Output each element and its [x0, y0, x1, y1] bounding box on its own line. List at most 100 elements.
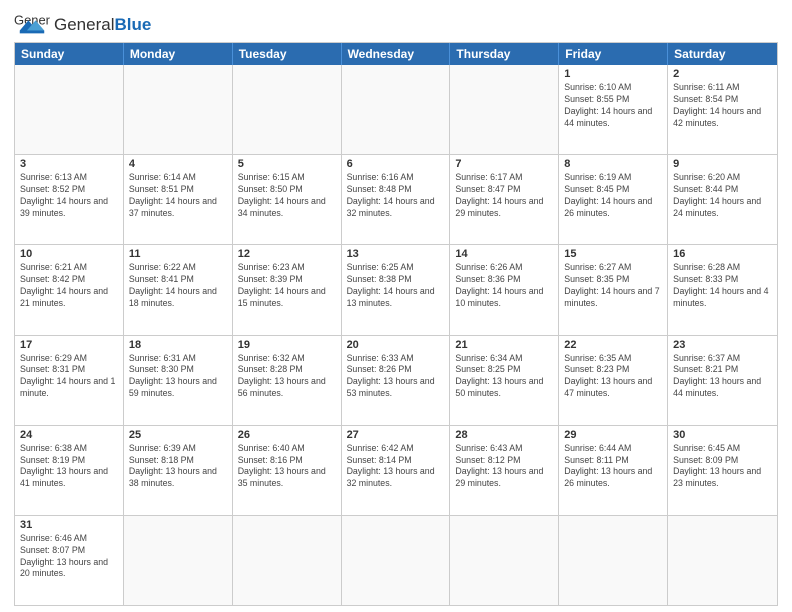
weekday-header-tuesday: Tuesday	[233, 43, 342, 65]
day-info: Sunrise: 6:19 AM Sunset: 8:45 PM Dayligh…	[564, 172, 662, 220]
logo-icon: General	[14, 10, 50, 38]
day-info: Sunrise: 6:21 AM Sunset: 8:42 PM Dayligh…	[20, 262, 118, 310]
day-number: 20	[347, 339, 445, 351]
day-info: Sunrise: 6:29 AM Sunset: 8:31 PM Dayligh…	[20, 353, 118, 401]
day-info: Sunrise: 6:43 AM Sunset: 8:12 PM Dayligh…	[455, 443, 553, 491]
day-number: 26	[238, 429, 336, 441]
calendar-cell: 25 Sunrise: 6:39 AM Sunset: 8:18 PM Dayli…	[124, 426, 233, 515]
calendar-cell: 17Sunrise: 6:29 AM Sunset: 8:31 PM Dayli…	[15, 336, 124, 425]
day-number: 25	[129, 429, 227, 441]
day-info: Sunrise: 6:42 AM Sunset: 8:14 PM Dayligh…	[347, 443, 445, 491]
day-info: Sunrise: 6:37 AM Sunset: 8:21 PM Dayligh…	[673, 353, 772, 401]
calendar-row-4: 24 Sunrise: 6:38 AM Sunset: 8:19 PM Dayli…	[15, 425, 777, 515]
calendar-cell: 26 Sunrise: 6:40 AM Sunset: 8:16 PM Dayli…	[233, 426, 342, 515]
calendar-cell: 22Sunrise: 6:35 AM Sunset: 8:23 PM Dayli…	[559, 336, 668, 425]
day-info: Sunrise: 6:39 AM Sunset: 8:18 PM Dayligh…	[129, 443, 227, 491]
day-info: Sunrise: 6:22 AM Sunset: 8:41 PM Dayligh…	[129, 262, 227, 310]
weekday-header-monday: Monday	[124, 43, 233, 65]
day-number: 13	[347, 248, 445, 260]
day-number: 23	[673, 339, 772, 351]
day-number: 4	[129, 158, 227, 170]
calendar-cell: 11 Sunrise: 6:22 AM Sunset: 8:41 PM Dayli…	[124, 245, 233, 334]
calendar-cell: 7 Sunrise: 6:17 AM Sunset: 8:47 PM Daylig…	[450, 155, 559, 244]
day-info: Sunrise: 6:17 AM Sunset: 8:47 PM Dayligh…	[455, 172, 553, 220]
day-number: 21	[455, 339, 553, 351]
day-number: 18	[129, 339, 227, 351]
calendar-cell: 19Sunrise: 6:32 AM Sunset: 8:28 PM Dayli…	[233, 336, 342, 425]
calendar-cell: 31Sunrise: 6:46 AM Sunset: 8:07 PM Dayli…	[15, 516, 124, 605]
calendar-cell	[342, 516, 451, 605]
day-number: 7	[455, 158, 553, 170]
logo: General GeneralBlue	[14, 10, 151, 38]
calendar-cell: 2Sunrise: 6:11 AM Sunset: 8:54 PM Daylig…	[668, 65, 777, 154]
calendar-cell: 29 Sunrise: 6:44 AM Sunset: 8:11 PM Dayli…	[559, 426, 668, 515]
calendar-cell: 27Sunrise: 6:42 AM Sunset: 8:14 PM Dayli…	[342, 426, 451, 515]
page: General GeneralBlue SundayMondayTuesdayW…	[0, 0, 792, 612]
day-info: Sunrise: 6:15 AM Sunset: 8:50 PM Dayligh…	[238, 172, 336, 220]
day-number: 30	[673, 429, 772, 441]
day-number: 10	[20, 248, 118, 260]
day-info: Sunrise: 6:27 AM Sunset: 8:35 PM Dayligh…	[564, 262, 662, 310]
day-info: Sunrise: 6:26 AM Sunset: 8:36 PM Dayligh…	[455, 262, 553, 310]
calendar-cell: 14 Sunrise: 6:26 AM Sunset: 8:36 PM Dayli…	[450, 245, 559, 334]
calendar-row-3: 17Sunrise: 6:29 AM Sunset: 8:31 PM Dayli…	[15, 335, 777, 425]
calendar-cell: 5 Sunrise: 6:15 AM Sunset: 8:50 PM Daylig…	[233, 155, 342, 244]
calendar-cell: 21Sunrise: 6:34 AM Sunset: 8:25 PM Dayli…	[450, 336, 559, 425]
day-info: Sunrise: 6:31 AM Sunset: 8:30 PM Dayligh…	[129, 353, 227, 401]
day-number: 2	[673, 68, 772, 80]
day-number: 19	[238, 339, 336, 351]
day-info: Sunrise: 6:10 AM Sunset: 8:55 PM Dayligh…	[564, 82, 662, 130]
day-number: 6	[347, 158, 445, 170]
logo-text: GeneralBlue	[54, 16, 151, 33]
calendar-row-1: 3 Sunrise: 6:13 AM Sunset: 8:52 PM Daylig…	[15, 154, 777, 244]
weekday-header-wednesday: Wednesday	[342, 43, 451, 65]
day-info: Sunrise: 6:16 AM Sunset: 8:48 PM Dayligh…	[347, 172, 445, 220]
calendar-cell: 24 Sunrise: 6:38 AM Sunset: 8:19 PM Dayli…	[15, 426, 124, 515]
calendar-cell	[124, 65, 233, 154]
calendar-cell	[124, 516, 233, 605]
calendar-cell: 10 Sunrise: 6:21 AM Sunset: 8:42 PM Dayli…	[15, 245, 124, 334]
day-number: 24	[20, 429, 118, 441]
day-info: Sunrise: 6:13 AM Sunset: 8:52 PM Dayligh…	[20, 172, 118, 220]
calendar-cell	[450, 65, 559, 154]
day-number: 5	[238, 158, 336, 170]
calendar-cell: 1Sunrise: 6:10 AM Sunset: 8:55 PM Daylig…	[559, 65, 668, 154]
calendar-cell	[342, 65, 451, 154]
day-number: 29	[564, 429, 662, 441]
calendar-cell: 6 Sunrise: 6:16 AM Sunset: 8:48 PM Daylig…	[342, 155, 451, 244]
weekday-header-saturday: Saturday	[668, 43, 777, 65]
day-number: 8	[564, 158, 662, 170]
day-number: 28	[455, 429, 553, 441]
day-info: Sunrise: 6:40 AM Sunset: 8:16 PM Dayligh…	[238, 443, 336, 491]
calendar-row-0: 1Sunrise: 6:10 AM Sunset: 8:55 PM Daylig…	[15, 65, 777, 154]
weekday-header-sunday: Sunday	[15, 43, 124, 65]
calendar-cell	[233, 65, 342, 154]
day-info: Sunrise: 6:20 AM Sunset: 8:44 PM Dayligh…	[673, 172, 772, 220]
day-number: 12	[238, 248, 336, 260]
calendar-row-2: 10 Sunrise: 6:21 AM Sunset: 8:42 PM Dayli…	[15, 244, 777, 334]
day-info: Sunrise: 6:14 AM Sunset: 8:51 PM Dayligh…	[129, 172, 227, 220]
day-number: 31	[20, 519, 118, 531]
calendar-cell	[233, 516, 342, 605]
day-number: 9	[673, 158, 772, 170]
day-info: Sunrise: 6:23 AM Sunset: 8:39 PM Dayligh…	[238, 262, 336, 310]
day-info: Sunrise: 6:28 AM Sunset: 8:33 PM Dayligh…	[673, 262, 772, 310]
calendar-cell: 30Sunrise: 6:45 AM Sunset: 8:09 PM Dayli…	[668, 426, 777, 515]
day-info: Sunrise: 6:33 AM Sunset: 8:26 PM Dayligh…	[347, 353, 445, 401]
calendar-cell: 23 Sunrise: 6:37 AM Sunset: 8:21 PM Dayli…	[668, 336, 777, 425]
calendar-cell: 12 Sunrise: 6:23 AM Sunset: 8:39 PM Dayli…	[233, 245, 342, 334]
day-info: Sunrise: 6:38 AM Sunset: 8:19 PM Dayligh…	[20, 443, 118, 491]
calendar-cell: 3 Sunrise: 6:13 AM Sunset: 8:52 PM Daylig…	[15, 155, 124, 244]
weekday-header-thursday: Thursday	[450, 43, 559, 65]
calendar-cell	[668, 516, 777, 605]
day-number: 14	[455, 248, 553, 260]
calendar: SundayMondayTuesdayWednesdayThursdayFrid…	[14, 42, 778, 606]
day-number: 16	[673, 248, 772, 260]
day-info: Sunrise: 6:44 AM Sunset: 8:11 PM Dayligh…	[564, 443, 662, 491]
day-number: 3	[20, 158, 118, 170]
calendar-cell: 15Sunrise: 6:27 AM Sunset: 8:35 PM Dayli…	[559, 245, 668, 334]
calendar-cell: 13Sunrise: 6:25 AM Sunset: 8:38 PM Dayli…	[342, 245, 451, 334]
day-number: 11	[129, 248, 227, 260]
calendar-cell: 18 Sunrise: 6:31 AM Sunset: 8:30 PM Dayli…	[124, 336, 233, 425]
calendar-header: SundayMondayTuesdayWednesdayThursdayFrid…	[15, 43, 777, 65]
